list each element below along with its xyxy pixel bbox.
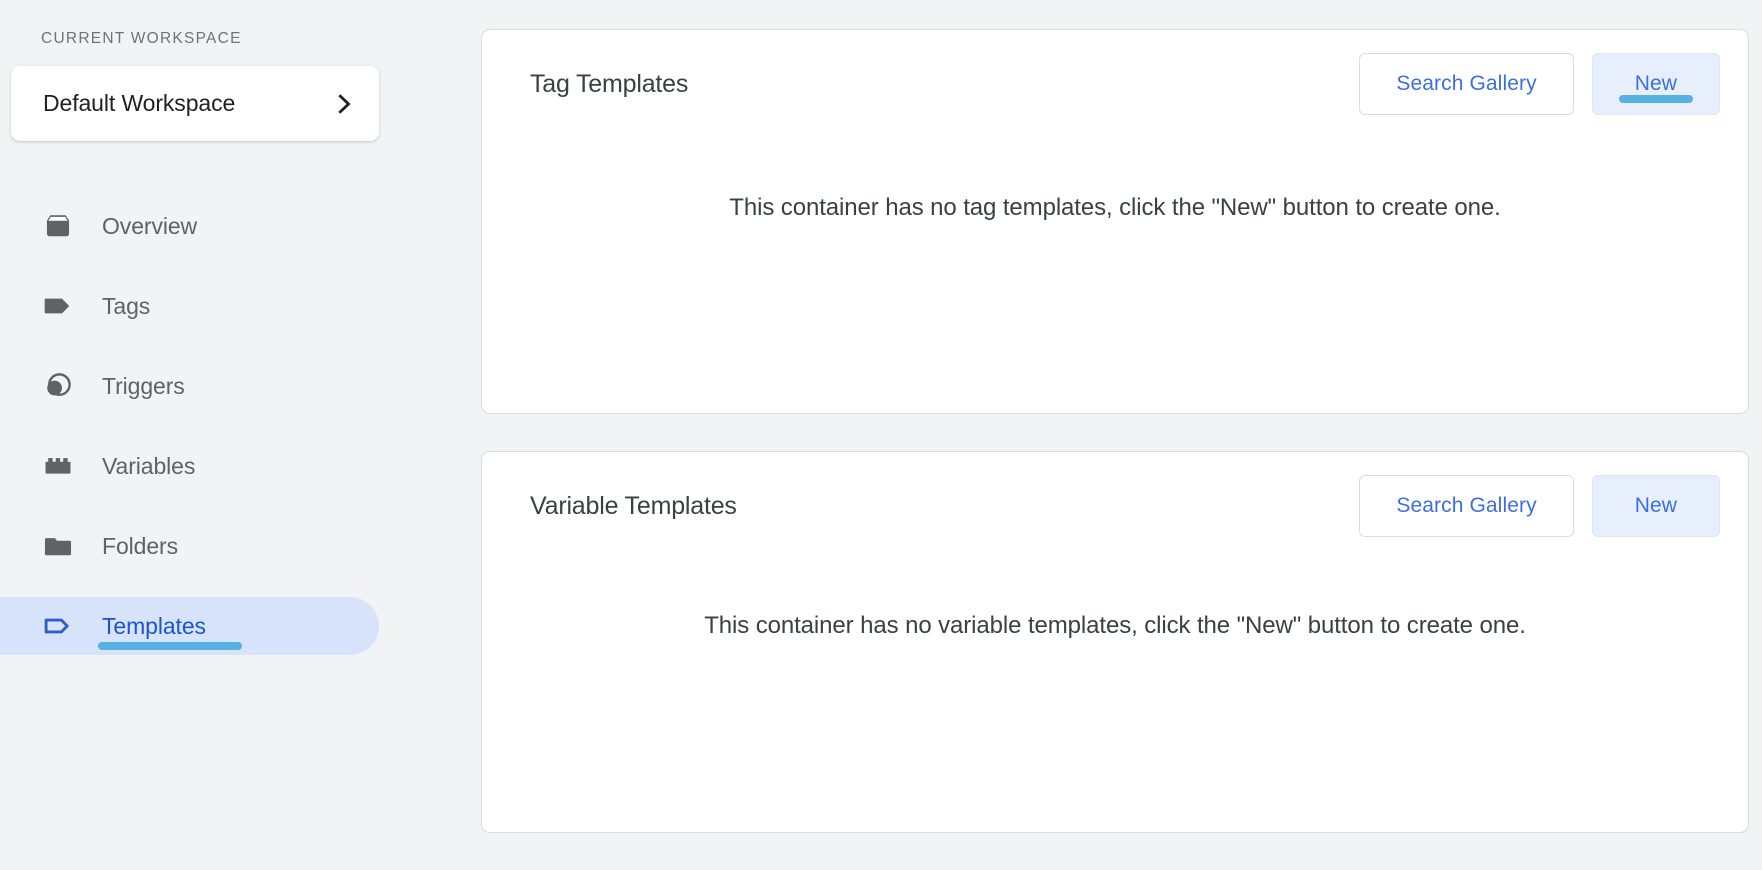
variable-templates-title: Variable Templates xyxy=(530,491,737,520)
sidebar: Current Workspace Default Workspace Over… xyxy=(0,0,433,870)
sidebar-item-templates[interactable]: Templates xyxy=(0,597,379,655)
lego-brick-icon xyxy=(40,448,76,484)
variable-templates-card: Variable Templates Search Gallery New Th… xyxy=(481,451,1749,833)
tag-templates-actions: Search Gallery New xyxy=(1359,53,1720,115)
highlight-marker-new-button xyxy=(1618,95,1693,103)
gtm-app-shell: Current Workspace Default Workspace Over… xyxy=(0,0,1762,870)
variable-templates-header: Variable Templates Search Gallery New xyxy=(482,452,1748,538)
tag-filled-icon xyxy=(40,288,76,324)
sidebar-item-variables[interactable]: Variables xyxy=(0,437,379,495)
tag-new-button-label: New xyxy=(1634,72,1677,95)
sidebar-nav: Overview Tags Triggers Variables Folders… xyxy=(0,197,433,655)
chevron-right-icon xyxy=(331,91,357,117)
sidebar-item-triggers[interactable]: Triggers xyxy=(0,357,379,415)
tag-search-gallery-button[interactable]: Search Gallery xyxy=(1359,53,1574,115)
sidebar-item-tags[interactable]: Tags xyxy=(0,277,379,335)
workspace-name: Default Workspace xyxy=(43,90,236,116)
highlight-marker-templates xyxy=(98,641,242,650)
variable-new-button[interactable]: New xyxy=(1591,475,1720,537)
sidebar-item-folders[interactable]: Folders xyxy=(0,517,379,575)
current-workspace-label: Current Workspace xyxy=(41,30,242,47)
sidebar-item-overview[interactable]: Overview xyxy=(0,197,379,255)
sidebar-item-label: Tags xyxy=(102,292,151,319)
main-content: Tag Templates Search Gallery New This co… xyxy=(433,0,1762,870)
variable-search-gallery-button[interactable]: Search Gallery xyxy=(1359,475,1574,537)
tag-templates-header: Tag Templates Search Gallery New xyxy=(482,30,1748,116)
sidebar-item-label: Folders xyxy=(102,532,178,559)
inbox-box-icon xyxy=(40,208,76,244)
sidebar-item-label: Templates xyxy=(98,613,242,650)
sidebar-item-label: Triggers xyxy=(102,372,185,399)
tag-new-button[interactable]: New xyxy=(1591,53,1720,115)
folder-icon xyxy=(40,528,76,564)
variable-templates-actions: Search Gallery New xyxy=(1359,475,1720,537)
sidebar-item-label: Overview xyxy=(102,212,198,239)
workspace-selector[interactable]: Default Workspace xyxy=(11,66,379,141)
tag-templates-card: Tag Templates Search Gallery New This co… xyxy=(481,29,1749,414)
tag-templates-empty-message: This container has no tag templates, cli… xyxy=(729,194,1501,221)
sidebar-item-label: Variables xyxy=(102,452,196,479)
tag-outline-icon xyxy=(40,608,76,644)
trigger-circles-icon xyxy=(40,368,76,404)
variable-templates-empty-message: This container has no variable templates… xyxy=(704,612,1526,639)
tag-templates-title: Tag Templates xyxy=(530,69,689,98)
